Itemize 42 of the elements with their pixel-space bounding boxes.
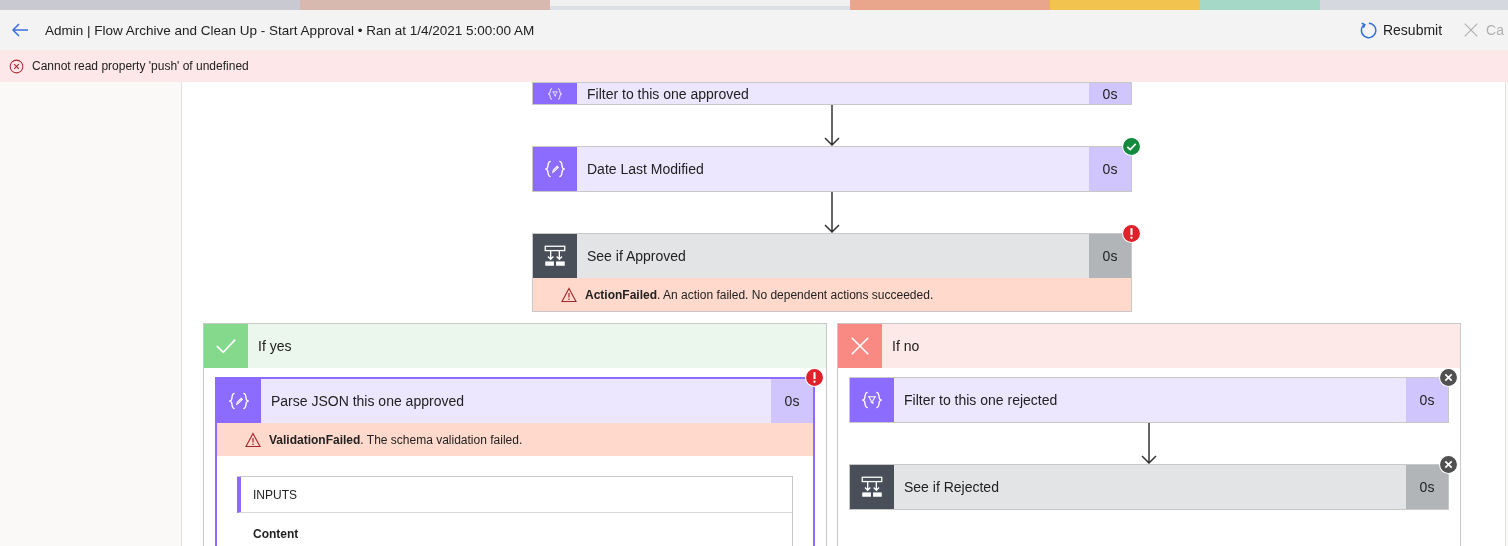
error-exclamation-icon (805, 368, 824, 387)
error-message: ValidationFailed. The schema validation failed. (269, 432, 523, 447)
duration-label: 0s (1406, 465, 1448, 509)
duration-label: 0s (771, 379, 813, 423)
skipped-x-icon (1439, 455, 1458, 474)
connector-arrow (1141, 423, 1157, 464)
connector-arrow (824, 192, 840, 233)
condition-icon (542, 243, 568, 269)
error-message: ActionFailed. An action failed. No dependent actions succeeded. (585, 287, 934, 302)
action-title: See if Rejected (894, 465, 1406, 509)
refresh-icon (1358, 21, 1377, 39)
action-title: Parse JSON this one approved (261, 379, 771, 423)
duration-label: 0s (1089, 147, 1131, 191)
inputs-heading: INPUTS (253, 487, 297, 502)
branch-label: If no (891, 337, 920, 356)
success-check-icon (1122, 137, 1141, 156)
warning-icon (561, 286, 577, 303)
action-card[interactable]: See if Approved 0s ActionFailed. An action failed. No dependent actions succeeded. (532, 233, 1132, 312)
error-circle-icon (9, 58, 24, 74)
connector-arrow (824, 105, 840, 146)
action-title: Filter to this one rejected (894, 378, 1406, 422)
action-card[interactable]: Filter to this one rejected 0s (849, 377, 1449, 423)
duration-label: 0s (1089, 234, 1131, 278)
branch-label: If yes (257, 337, 292, 356)
run-title: Admin | Flow Archive and Clean Up - Start Approval • Ran at 1/4/2021 5:00:00 AM (45, 22, 535, 38)
condition-icon (859, 474, 885, 500)
action-card[interactable]: Parse JSON this one approved 0s ValidationFailed. The schema validation failed. INPUTS Content (215, 377, 815, 546)
close-icon (849, 335, 871, 357)
action-card[interactable]: See if Rejected 0s (849, 464, 1449, 510)
warning-icon (245, 431, 261, 448)
field-label: Content (253, 527, 299, 541)
error-message: Cannot read property 'push' of undefined (32, 59, 249, 73)
duration-label: 0s (1089, 83, 1131, 104)
action-card[interactable]: Date Last Modified 0s (532, 146, 1132, 192)
toolbar-button[interactable]: Resubmit (1354, 17, 1447, 43)
action-title: Filter to this one approved (577, 83, 1089, 104)
duration-label: 0s (1406, 378, 1448, 422)
error-exclamation-icon (1122, 224, 1141, 243)
action-title: See if Approved (577, 234, 1089, 278)
action-title: Date Last Modified (577, 147, 1089, 191)
skipped-x-icon (1439, 368, 1458, 387)
action-card[interactable]: Filter to this one approved 0s (532, 82, 1132, 105)
